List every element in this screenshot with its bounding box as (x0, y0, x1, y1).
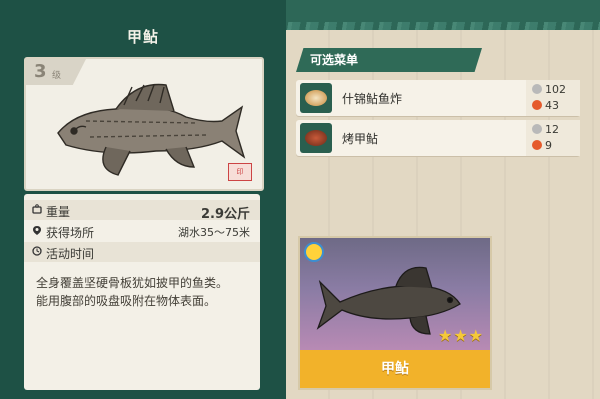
weight-row: 重量 2.9公斤 (24, 200, 260, 222)
flame-icon (532, 100, 542, 110)
activity-time-row: 活动时间 (24, 242, 260, 262)
activity-time-label: 活动时间 (46, 247, 95, 261)
dish-stats-2: 12 9 (526, 120, 580, 156)
dish-2-coin-value: 12 (545, 123, 559, 136)
fried-fish-dish-icon (300, 83, 332, 113)
dish-stats-1: 102 43 (526, 80, 580, 116)
location-row: 获得场所 湖水35～75米 (24, 221, 260, 241)
dish-name-2: 烤甲鲇 (342, 132, 379, 146)
menu-header: 可选菜单 (296, 48, 482, 72)
menu-panel: 可选菜单 什锦鲇鱼炸 102 43 烤甲鲇 12 9 ★★★ 甲鲇 (286, 30, 600, 399)
dish-1-flame-value: 43 (545, 99, 559, 112)
dish-name-1: 什锦鲇鱼炸 (342, 92, 403, 106)
dish-2-coin-stat: 12 (532, 123, 559, 136)
dish-2-flame-stat: 9 (532, 139, 552, 152)
dish-item-2[interactable]: 烤甲鲇 12 9 (296, 120, 580, 156)
level-number: 3 (34, 61, 47, 82)
dish-1-coin-stat: 102 (532, 83, 566, 96)
location-value: 湖水35～75米 (178, 226, 250, 239)
fish-description: 全身覆盖坚硬骨板犹如披甲的鱼类。 能用腹部的吸盘吸附在物体表面。 (36, 274, 250, 310)
weight-value: 2.9公斤 (200, 207, 250, 222)
coin-icon (532, 124, 542, 134)
artist-seal-stamp: 印 (228, 163, 252, 181)
coin-icon (532, 84, 542, 94)
clock-icon (32, 246, 42, 256)
fish-title: 甲鲇 (126, 28, 159, 46)
location-label: 获得场所 (46, 226, 95, 240)
grilled-fish-dish-icon (300, 123, 332, 153)
dish-1-coin-value: 102 (545, 83, 566, 96)
fish-illustration-card: 3 级 印 (24, 57, 264, 191)
dish-item-1[interactable]: 什锦鲇鱼炸 102 43 (296, 80, 580, 116)
fish-detail-panel: 甲鲇 3 级 印 重量 2.9公斤 获得场所 湖水35～75米 活动时间 全身覆… (0, 0, 286, 399)
preview-fish-name: 甲鲇 (300, 350, 490, 388)
flame-icon (532, 140, 542, 150)
fish-info-card: 重量 2.9公斤 获得场所 湖水35～75米 活动时间 全身覆盖坚硬骨板犹如披甲… (24, 194, 260, 390)
fish-preview-card[interactable]: ★★★ 甲鲇 (298, 236, 492, 390)
weight-label: 重量 (46, 205, 71, 219)
rating-stars: ★★★ (437, 326, 484, 345)
dish-2-flame-value: 9 (545, 139, 552, 152)
armored-catfish-illustration (57, 83, 246, 176)
description-line-2: 能用腹部的吸盘吸附在物体表面。 (36, 294, 217, 308)
day-sun-icon (304, 242, 324, 262)
dish-1-flame-stat: 43 (532, 99, 559, 112)
location-pin-icon (33, 226, 41, 235)
weight-icon (32, 204, 42, 214)
description-line-1: 全身覆盖坚硬骨板犹如披甲的鱼类。 (36, 276, 229, 290)
